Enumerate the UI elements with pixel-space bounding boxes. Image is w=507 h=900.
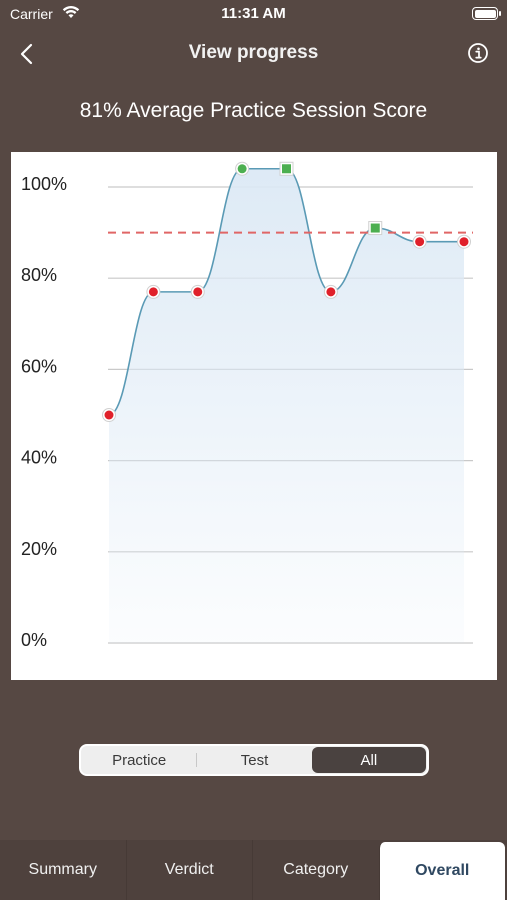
status-time: 11:31 AM — [221, 5, 286, 22]
practice-score-marker — [459, 237, 469, 247]
y-tick-label: 100% — [21, 174, 67, 194]
tab-category-label: Category — [283, 861, 349, 878]
segment-test[interactable]: Test — [197, 747, 311, 773]
status-bar: Carrier 11:31 AM — [0, 0, 507, 28]
info-icon — [468, 43, 488, 63]
segment-test-label: Test — [240, 751, 269, 769]
tab-summary-label: Summary — [28, 861, 97, 878]
tab-verdict[interactable]: Verdict — [125, 840, 253, 900]
test-score-marker — [282, 164, 291, 174]
practice-score-marker — [326, 287, 336, 297]
y-tick-label: 60% — [21, 356, 57, 376]
filter-segmented-control: Practice Test All — [79, 744, 429, 776]
y-tick-label: 40% — [21, 448, 57, 468]
y-tick-label: 80% — [21, 265, 57, 285]
tab-overall[interactable]: Overall — [378, 842, 505, 900]
tab-bar: Summary Verdict Category Overall — [0, 840, 507, 900]
average-score-title: 81% Average Practice Session Score — [79, 99, 428, 122]
segment-all[interactable]: All — [311, 747, 426, 773]
tab-summary[interactable]: Summary — [0, 840, 126, 900]
practice-score-marker — [148, 287, 158, 297]
y-tick-label: 0% — [21, 630, 47, 650]
tab-verdict-label: Verdict — [164, 861, 214, 878]
segment-practice[interactable]: Practice — [82, 747, 196, 773]
practice-score-marker — [415, 237, 425, 247]
segment-practice-label: Practice — [112, 751, 167, 769]
battery-icon — [472, 7, 501, 20]
practice-score-marker — [237, 164, 247, 174]
practice-score-marker — [193, 287, 203, 297]
info-button[interactable] — [467, 42, 489, 64]
practice-score-marker — [104, 410, 114, 420]
navigation-bar: View progress — [0, 34, 507, 74]
segment-all-label: All — [360, 751, 378, 769]
test-score-marker — [370, 223, 380, 233]
page-title: View progress — [188, 42, 319, 63]
y-tick-label: 20% — [21, 539, 57, 559]
progress-chart: 100% 80% 60% 40% 20% 0% — [11, 152, 497, 680]
progress-chart-svg: 100% 80% 60% 40% 20% 0% — [21, 161, 473, 650]
tab-category[interactable]: Category — [252, 840, 379, 900]
tab-overall-label: Overall — [415, 862, 470, 879]
